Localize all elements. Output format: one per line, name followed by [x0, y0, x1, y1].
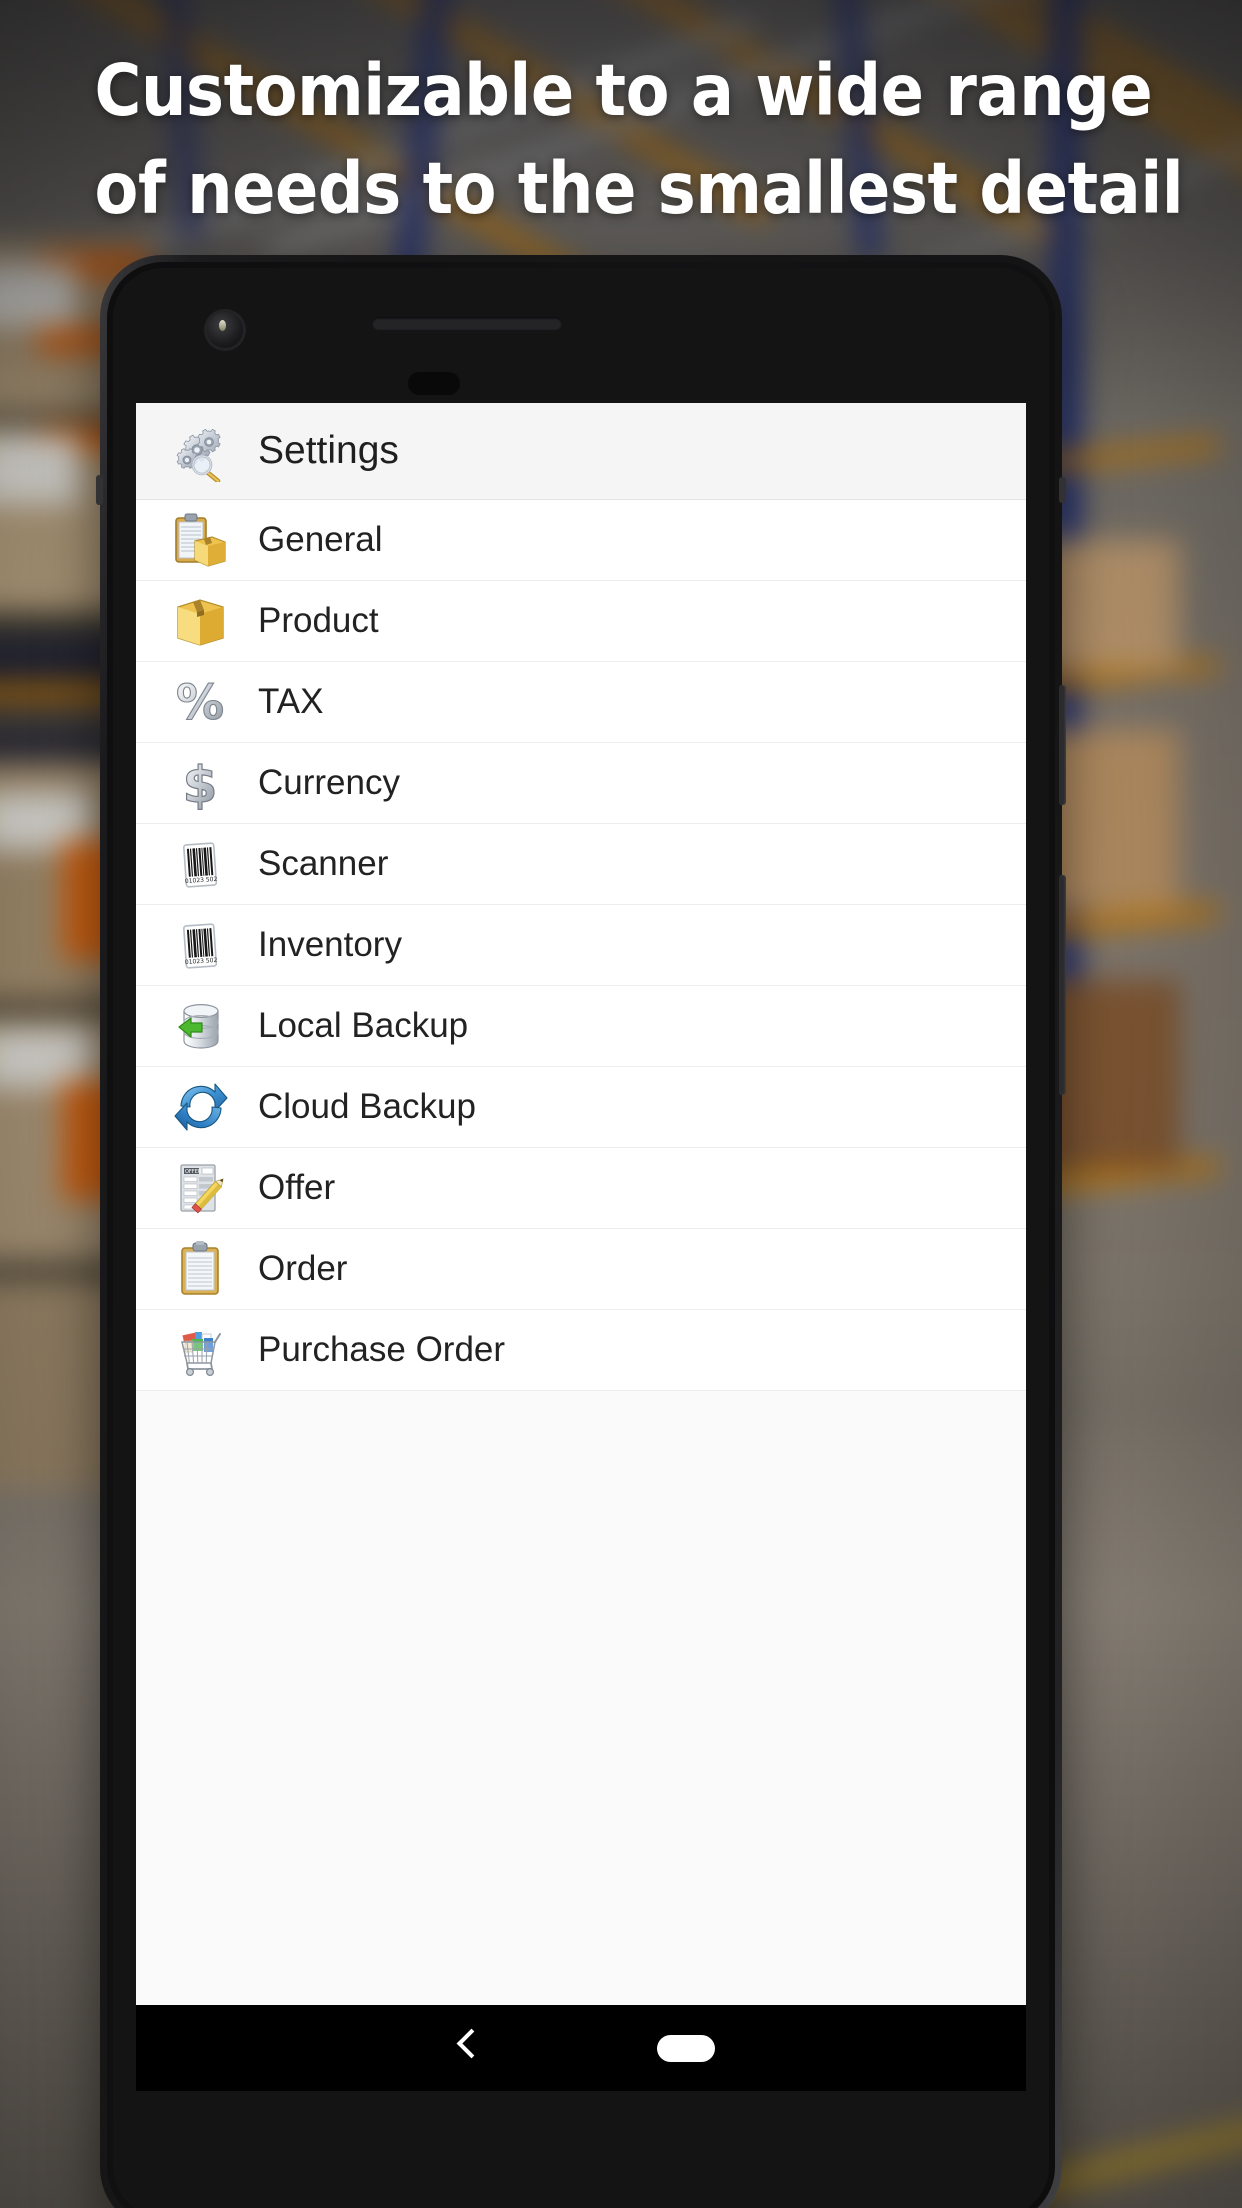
list-item-inventory[interactable]: 01023 502 Inventory [136, 905, 1026, 986]
list-item-order[interactable]: Order [136, 1229, 1026, 1310]
settings-list: General Product % TAX $ Currency 01023 5… [136, 500, 1026, 1391]
barcode-icon: 01023 502 [154, 835, 246, 893]
list-item-purchase-order[interactable]: Purchase Order [136, 1310, 1026, 1391]
svg-text:%: % [176, 675, 224, 731]
list-item-label: Purchase Order [258, 1330, 506, 1369]
list-item-label: Cloud Backup [258, 1087, 476, 1126]
cardboard-box-icon [154, 592, 246, 650]
gears-magnifier-icon [154, 420, 246, 482]
volume-button[interactable] [1059, 875, 1066, 1095]
list-item-label: TAX [258, 682, 324, 721]
proximity-sensor [408, 372, 460, 395]
list-item-scanner[interactable]: 01023 502 Scanner [136, 824, 1026, 905]
list-item-label: Order [258, 1249, 348, 1288]
shopping-cart-icon [154, 1321, 246, 1379]
android-navigation-bar [136, 2005, 1026, 2091]
promo-screenshot: Customizable to a wide range of needs to… [0, 0, 1242, 2208]
power-button[interactable] [1059, 685, 1066, 805]
list-item-label: Scanner [258, 844, 389, 883]
list-item-currency[interactable]: $ Currency [136, 743, 1026, 824]
earpiece-speaker [372, 317, 562, 330]
headline-line-2: of needs to the smallest detail [94, 147, 1184, 230]
clipboard-box-icon [154, 511, 246, 569]
phone-mockup: Settings General Product % TAX $ Currenc… [96, 255, 1066, 2208]
list-item-general[interactable]: General [136, 500, 1026, 581]
app-screen: Settings General Product % TAX $ Currenc… [136, 403, 1026, 2005]
list-item-tax[interactable]: % TAX [136, 662, 1026, 743]
list-item-label: Local Backup [258, 1006, 469, 1045]
settings-header: Settings [136, 403, 1026, 500]
antenna-band-left [96, 475, 103, 505]
list-item-label: Product [258, 601, 379, 640]
list-empty-space [136, 1391, 1026, 1581]
list-item-label: Currency [258, 763, 400, 802]
promo-headline: Customizable to a wide range of needs to… [62, 42, 1184, 238]
antenna-band-right [1059, 477, 1066, 503]
list-item-label: Inventory [258, 925, 402, 964]
svg-text:$: $ [183, 756, 218, 812]
headline-line-1: Customizable to a wide range [94, 49, 1153, 132]
form-pencil-icon: OFFER [154, 1159, 246, 1217]
database-green-arrow-icon [154, 997, 246, 1055]
list-item-label: Offer [258, 1168, 336, 1207]
dollar-sign-icon: $ [154, 754, 246, 812]
percent-sign-icon: % [154, 673, 246, 731]
back-chevron-icon[interactable] [447, 2028, 487, 2068]
list-item-cloud-backup[interactable]: Cloud Backup [136, 1067, 1026, 1148]
page-title: Settings [258, 429, 399, 472]
clipboard-icon [154, 1240, 246, 1298]
front-camera-icon [204, 309, 246, 351]
svg-text:OFFER: OFFER [185, 1169, 202, 1175]
home-pill-icon[interactable] [657, 2034, 715, 2062]
list-item-local-backup[interactable]: Local Backup [136, 986, 1026, 1067]
list-item-offer[interactable]: OFFER Offer [136, 1148, 1026, 1229]
barcode-icon: 01023 502 [154, 916, 246, 974]
cloud-sync-arrows-icon [154, 1078, 246, 1136]
list-item-product[interactable]: Product [136, 581, 1026, 662]
list-item-label: General [258, 520, 383, 559]
